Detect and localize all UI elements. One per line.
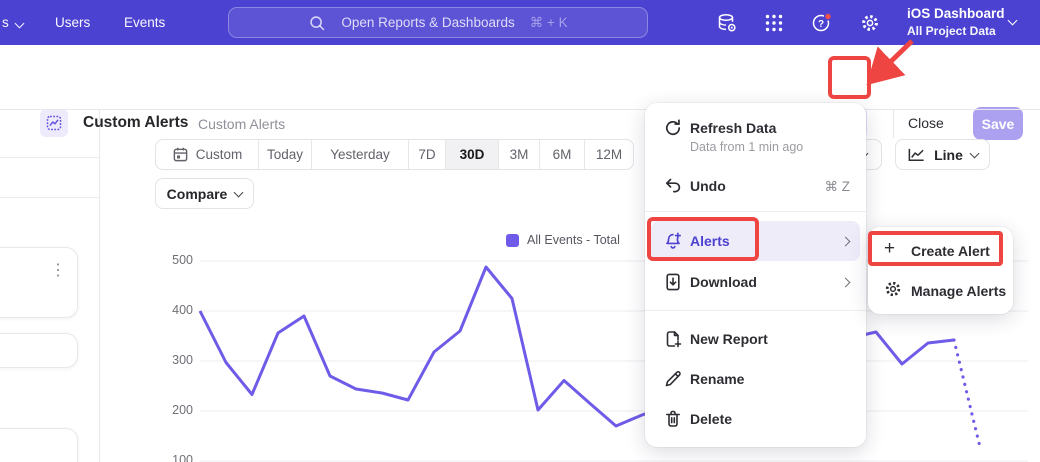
divider <box>893 109 894 138</box>
plus-icon: + <box>884 239 895 259</box>
range-7d[interactable]: 7D <box>408 140 445 169</box>
legend-swatch <box>506 234 519 247</box>
query-card[interactable] <box>0 247 78 318</box>
nav-events[interactable]: Events <box>124 0 165 45</box>
chart-type-label: Line <box>934 147 963 163</box>
range-yesterday[interactable]: Yesterday <box>311 140 408 169</box>
page-title: Custom Alerts <box>83 114 188 132</box>
y-axis-tick: 200 <box>148 403 193 417</box>
menu-label-rename[interactable]: Rename <box>690 371 744 387</box>
manage-gear-icon <box>883 279 903 299</box>
nav-users[interactable]: Users <box>55 0 90 45</box>
range-label: 30D <box>460 147 485 162</box>
nav-boards-partial[interactable]: s <box>2 0 23 45</box>
range-today[interactable]: Today <box>258 140 311 169</box>
sidebar-border <box>99 110 100 462</box>
kebab-menu-icon[interactable]: ⋮ <box>50 260 66 280</box>
svg-text:?: ? <box>818 19 824 30</box>
menu-divider <box>645 211 866 212</box>
y-axis-tick: 500 <box>148 253 193 267</box>
range-custom[interactable]: Custom <box>156 140 258 169</box>
range-12m[interactable]: 12M <box>584 140 633 169</box>
report-options-menu: Refresh Data Data from 1 min ago Undo ⌘ … <box>645 103 866 447</box>
alert-bell-plus-icon <box>663 231 683 251</box>
y-axis-tick: 300 <box>148 353 193 367</box>
menu-label-new-report[interactable]: New Report <box>690 331 768 347</box>
menu-label-download[interactable]: Download <box>690 274 757 290</box>
submenu-create-alert[interactable]: Create Alert <box>911 243 990 259</box>
submenu-manage-alerts[interactable]: Manage Alerts <box>911 283 1006 299</box>
chevron-down-icon <box>234 187 244 197</box>
menu-label-undo[interactable]: Undo <box>690 178 726 194</box>
report-icon-box <box>40 109 68 137</box>
range-label: Yesterday <box>330 147 390 162</box>
query-card[interactable] <box>0 428 78 462</box>
range-label: Today <box>267 147 303 162</box>
menu-label-refresh[interactable]: Refresh Data <box>690 120 776 136</box>
chevron-down-icon <box>1008 16 1018 26</box>
range-label: 7D <box>418 147 435 162</box>
line-chart-icon <box>907 147 926 163</box>
range-label: Custom <box>196 147 243 162</box>
chevron-right-icon <box>841 278 851 288</box>
project-name: iOS Dashboard <box>907 4 1005 23</box>
range-label: 6M <box>553 147 572 162</box>
report-header: Custom Alerts Custom Alerts GV Duplicate… <box>0 45 1040 110</box>
chevron-down-icon <box>15 19 25 29</box>
apps-grid-icon[interactable] <box>763 12 785 34</box>
chart-type-button[interactable]: Line <box>895 139 990 170</box>
alerts-submenu: + Create Alert Manage Alerts <box>868 227 1013 314</box>
menu-subtitle-refresh: Data from 1 min ago <box>690 140 803 154</box>
range-3m[interactable]: 3M <box>498 140 539 169</box>
download-icon <box>663 272 683 292</box>
chart-legend[interactable]: All Events - Total <box>506 233 620 247</box>
menu-divider <box>645 310 866 311</box>
notification-dot <box>825 13 832 20</box>
save-button[interactable]: Save <box>973 107 1023 140</box>
top-nav-bar: s Users Events Open Reports & Dashboards… <box>0 0 1040 45</box>
nav-label: s <box>2 15 9 30</box>
menu-label-alerts[interactable]: Alerts <box>690 233 730 249</box>
menu-shortcut-undo: ⌘ Z <box>825 179 851 195</box>
range-30d-selected[interactable]: 30D <box>445 140 498 169</box>
menu-label-delete[interactable]: Delete <box>690 411 732 427</box>
legend-label: All Events - Total <box>527 233 620 247</box>
insights-chart-icon <box>46 115 62 131</box>
header-border <box>0 109 1040 110</box>
search-placeholder: Open Reports & Dashboards <box>341 15 514 30</box>
project-switcher[interactable]: iOS Dashboard All Project Data <box>907 4 1005 39</box>
y-axis-tick: 100 <box>148 453 193 462</box>
settings-gear-icon[interactable] <box>859 12 881 34</box>
range-6m[interactable]: 6M <box>539 140 584 169</box>
sidebar-section-row[interactable] <box>0 158 99 198</box>
query-card[interactable] <box>0 333 78 368</box>
data-management-icon[interactable] <box>716 12 738 34</box>
calendar-icon <box>172 146 189 163</box>
delete-trash-icon <box>663 409 683 429</box>
refresh-icon <box>663 118 683 138</box>
range-label: 3M <box>510 147 529 162</box>
rename-pencil-icon <box>663 369 683 389</box>
app-root: 500 400 300 200 100 All Events - Total ⋮… <box>0 0 1040 462</box>
chevron-down-icon <box>969 148 979 158</box>
range-label: 12M <box>596 147 622 162</box>
search-shortcut: ⌘ + K <box>530 15 568 31</box>
breadcrumb[interactable]: Custom Alerts <box>198 116 285 132</box>
help-icon[interactable]: ? <box>811 12 833 34</box>
search-input[interactable]: Open Reports & Dashboards ⌘ + K <box>228 7 648 38</box>
compare-label: Compare <box>167 186 228 202</box>
date-range-selector: Custom Today Yesterday 7D 30D 3M 6M 12M <box>155 139 634 170</box>
y-axis-tick: 400 <box>148 303 193 317</box>
new-report-icon <box>663 329 683 349</box>
undo-icon <box>663 176 683 196</box>
search-icon <box>308 14 326 32</box>
compare-button[interactable]: Compare <box>155 178 254 209</box>
project-scope: All Project Data <box>907 23 1005 39</box>
close-button[interactable]: Close <box>908 115 944 131</box>
